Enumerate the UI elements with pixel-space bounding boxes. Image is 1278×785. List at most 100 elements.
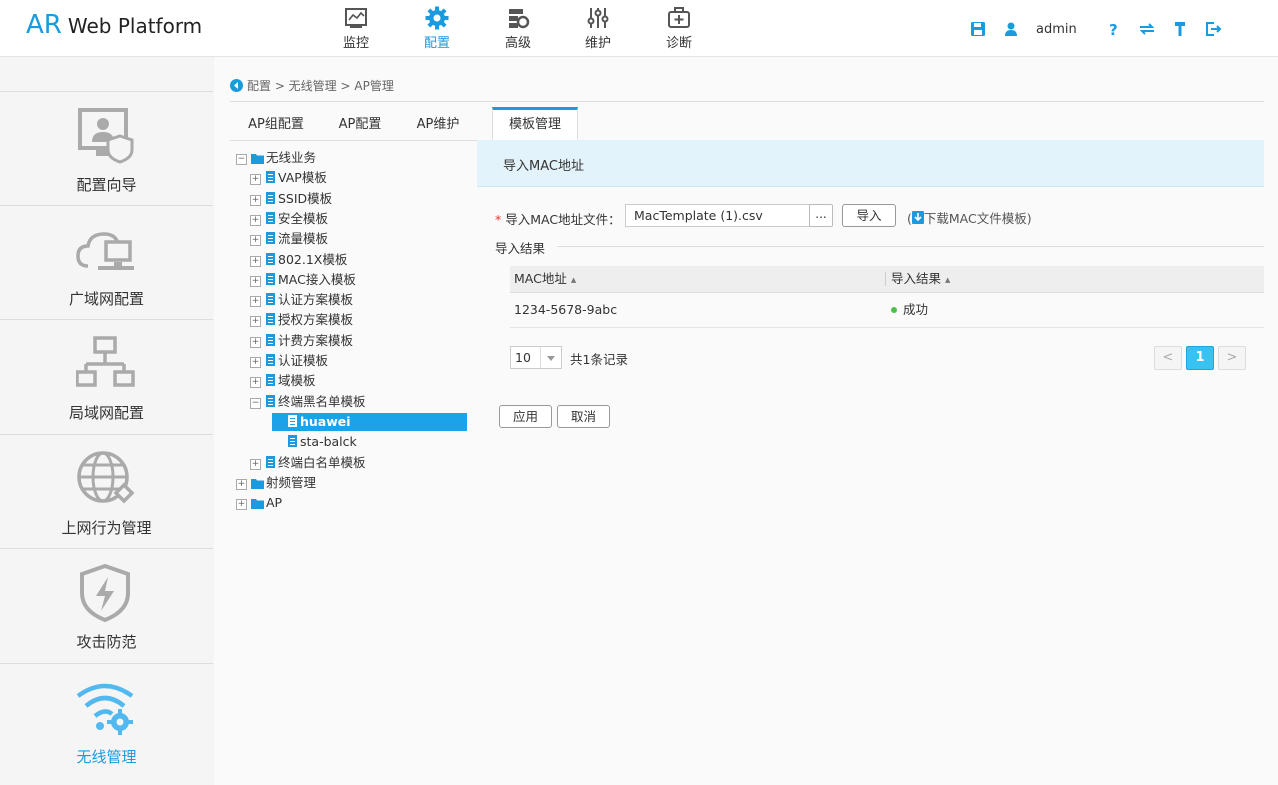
svg-text:?: ?	[1109, 21, 1118, 38]
tree-node-template[interactable]: + VAP模板	[250, 169, 327, 187]
expand-icon[interactable]: +	[250, 458, 261, 470]
result-cell: 成功	[891, 293, 928, 327]
expand-icon[interactable]: +	[250, 194, 261, 206]
nav-monitor[interactable]: 监控	[326, 6, 386, 51]
file-path-input[interactable]	[625, 204, 811, 227]
browse-button[interactable]: ...	[809, 204, 833, 227]
expand-icon[interactable]: +	[236, 499, 247, 511]
file-icon	[266, 211, 275, 224]
column-header-result[interactable]: 导入结果 ▲	[891, 266, 950, 292]
gear-icon	[425, 6, 449, 30]
import-button[interactable]: 导入	[842, 204, 896, 227]
wan-cloud-icon	[76, 232, 134, 270]
top-header: AR Web Platform 监控 配置 高级 维护 诊断 admin ?	[0, 0, 1278, 57]
tab-ap-config[interactable]: AP配置	[326, 110, 394, 139]
tree-node-folder[interactable]: + 射频管理	[236, 474, 316, 492]
panel-title: 导入MAC地址	[503, 159, 584, 174]
breadcrumb: 配置 > 无线管理 > AP管理	[230, 77, 394, 94]
file-icon	[266, 333, 275, 346]
expand-icon[interactable]: +	[250, 235, 261, 247]
apply-button[interactable]: 应用	[499, 405, 552, 428]
expand-icon[interactable]: +	[250, 357, 261, 368]
tree-node-template[interactable]: − 终端黑名单模板	[250, 393, 366, 411]
folder-icon	[251, 499, 264, 510]
prev-page-button[interactable]: <	[1154, 346, 1182, 370]
tree-node-wireless-service[interactable]: − 无线业务	[236, 149, 316, 167]
file-icon	[266, 394, 275, 407]
sidebar-item-wireless[interactable]: 无线管理	[0, 663, 213, 777]
medical-kit-icon	[668, 7, 690, 28]
tree-node-template[interactable]: + 域模板	[250, 372, 316, 390]
tree-node-template[interactable]: + 授权方案模板	[250, 311, 353, 329]
folder-icon	[251, 478, 264, 489]
file-icon	[266, 171, 275, 184]
tree-node-folder[interactable]: + AP	[236, 494, 282, 512]
tree-node-template[interactable]: + 计费方案模板	[250, 332, 353, 350]
cancel-button[interactable]: 取消	[557, 405, 610, 428]
tree-node-template[interactable]: + 安全模板	[250, 210, 328, 228]
logout-icon[interactable]	[1204, 20, 1222, 38]
username: admin	[1036, 22, 1077, 37]
expand-icon[interactable]: +	[250, 377, 261, 389]
tree-node-blacklist-item[interactable]: sta-balck	[272, 433, 357, 451]
expand-icon[interactable]: +	[250, 296, 261, 308]
expand-icon[interactable]: +	[250, 275, 261, 287]
tree-node-template[interactable]: +802.1X模板	[250, 251, 347, 269]
tree-node-template[interactable]: + 认证模板	[250, 352, 328, 370]
sidebar-item-config-wizard[interactable]: 配置向导	[0, 91, 213, 205]
nav-advanced[interactable]: 高级	[488, 6, 548, 51]
sidebar-item-lan[interactable]: 局域网配置	[0, 319, 213, 433]
file-icon	[288, 414, 297, 427]
tab-template-management[interactable]: 模板管理	[492, 107, 578, 140]
tree-node-blacklist-item[interactable]: huawei	[272, 412, 467, 431]
page-number-button[interactable]: 1	[1186, 346, 1214, 370]
collapse-icon[interactable]: −	[236, 154, 247, 165]
expand-icon[interactable]: +	[250, 174, 261, 186]
main-content: 配置 > 无线管理 > AP管理 AP组配置 AP配置 AP维护 模板管理 − 无…	[214, 57, 1278, 785]
divider	[230, 101, 1264, 102]
collapse-icon[interactable]: −	[250, 397, 261, 409]
tab-bar: AP组配置 AP配置 AP维护 模板管理	[230, 107, 1264, 141]
table-header: MAC地址 ▲ 导入结果 ▲	[510, 266, 1264, 293]
logo: AR Web Platform	[26, 10, 203, 40]
sidebar: 配置向导 广域网配置 局域网配置 上网行为管理 攻击防范 无线管理	[0, 57, 213, 785]
sort-asc-icon: ▲	[570, 276, 577, 284]
save-icon[interactable]	[969, 20, 987, 38]
tab-ap-maintain[interactable]: AP维护	[404, 110, 472, 139]
help-icon[interactable]: ?	[1105, 20, 1123, 38]
wifi-gear-icon	[76, 683, 134, 735]
internet-behavior-icon	[77, 451, 135, 504]
tab-ap-group[interactable]: AP组配置	[240, 110, 312, 139]
nav-config[interactable]: 配置	[407, 6, 467, 51]
sidebar-item-wan[interactable]: 广域网配置	[0, 205, 213, 319]
nav-maintain[interactable]: 维护	[568, 6, 628, 51]
sidebar-item-attack-defense[interactable]: 攻击防范	[0, 548, 213, 662]
tool-icon[interactable]	[1171, 20, 1189, 38]
tree-node-template[interactable]: + 认证方案模板	[250, 291, 353, 309]
next-page-button[interactable]: >	[1218, 346, 1246, 370]
expand-icon[interactable]: +	[250, 316, 261, 328]
sidebar-item-internet-behavior[interactable]: 上网行为管理	[0, 434, 213, 548]
file-icon	[288, 435, 297, 448]
import-file-label: * 导入MAC地址文件：	[495, 212, 621, 227]
expand-icon[interactable]: +	[236, 478, 247, 490]
switch-icon[interactable]	[1138, 20, 1156, 38]
column-header-mac[interactable]: MAC地址 ▲	[514, 266, 576, 292]
nav-diagnose[interactable]: 诊断	[649, 6, 709, 51]
sort-asc-icon: ▲	[945, 276, 951, 284]
tree-node-template[interactable]: + 流量模板	[250, 230, 328, 248]
tree-node-template[interactable]: + 终端白名单模板	[250, 454, 366, 472]
success-dot-icon	[891, 307, 897, 313]
import-panel: 导入MAC地址 *导入MAC地址文件： ... 导入 (下载MAC文件模板) 导…	[477, 140, 1264, 780]
back-icon[interactable]	[230, 79, 243, 92]
shield-icon	[80, 563, 130, 623]
tree-node-template[interactable]: + MAC接入模板	[250, 271, 356, 289]
expand-icon[interactable]: +	[250, 255, 261, 267]
expand-icon[interactable]: +	[250, 336, 261, 348]
expand-icon[interactable]: +	[250, 214, 261, 226]
download-template-link[interactable]: (下载MAC文件模板)	[907, 208, 1032, 227]
page-size-select[interactable]: 10	[510, 346, 562, 369]
config-wizard-icon	[78, 108, 134, 164]
mac-cell: 1234-5678-9abc	[514, 302, 618, 317]
tree-node-template[interactable]: + SSID模板	[250, 190, 332, 208]
